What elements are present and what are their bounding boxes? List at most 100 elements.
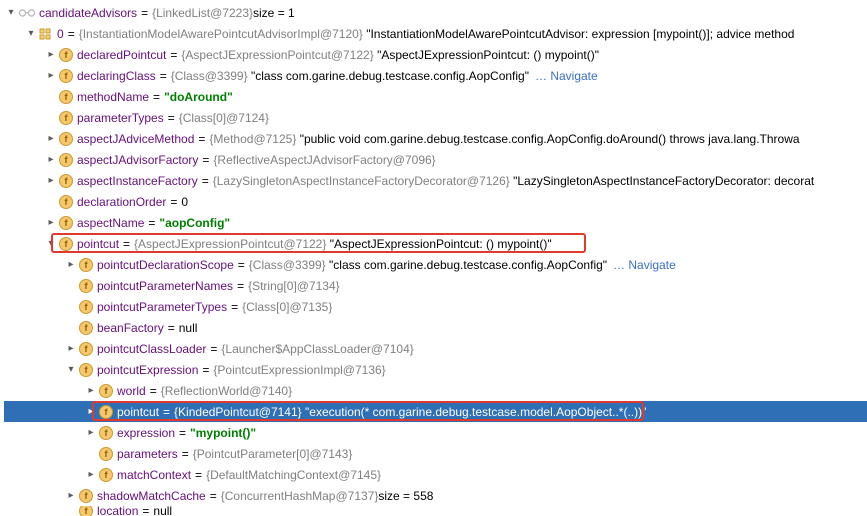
var-name: pointcut: [77, 237, 119, 251]
tree-row[interactable]: location = null: [4, 506, 867, 516]
var-name: methodName: [77, 90, 149, 104]
tree-row[interactable]: methodName = "doAround": [4, 86, 867, 107]
value-text: "mypoint()": [190, 426, 256, 440]
type-label: {String[0]@7134}: [248, 279, 340, 293]
field-icon: [78, 362, 94, 378]
var-name: pointcutClassLoader: [97, 342, 206, 356]
value-text: "InstantiationModelAwarePointcutAdvisor:…: [366, 27, 794, 41]
expand-icon[interactable]: ▸: [64, 259, 78, 270]
expand-icon[interactable]: ▸: [44, 70, 58, 81]
var-name: pointcutParameterNames: [97, 279, 233, 293]
collapse-icon[interactable]: ▾: [64, 364, 78, 375]
tree-row[interactable]: ▸ expression = "mypoint()": [4, 422, 867, 443]
value-text: "aopConfig": [159, 216, 230, 230]
value-text: null: [153, 506, 172, 516]
type-label: {Class[0]@7124}: [179, 111, 269, 125]
var-name: parameters: [117, 447, 178, 461]
field-icon: [78, 257, 94, 273]
type-label: {PointcutExpressionImpl@7136}: [213, 363, 385, 377]
value-text: "class com.garine.debug.testcase.config.…: [251, 69, 529, 83]
type-label: {LazySingletonAspectInstanceFactoryDecor…: [213, 174, 510, 188]
tree-row[interactable]: ▸ aspectInstanceFactory = {LazySingleton…: [4, 170, 867, 191]
tree-row-pointcut[interactable]: ▾ pointcut = {AspectJExpressionPointcut@…: [4, 233, 867, 254]
tree-row[interactable]: ▸ shadowMatchCache = {ConcurrentHashMap@…: [4, 485, 867, 506]
tree-row[interactable]: ▾ pointcutExpression = {PointcutExpressi…: [4, 359, 867, 380]
var-name: 0: [57, 27, 64, 41]
tree-row-root[interactable]: ▾ candidateAdvisors = {LinkedList@7223} …: [4, 2, 867, 23]
type-label: {Launcher$AppClassLoader@7104}: [221, 342, 413, 356]
field-icon: [58, 215, 74, 231]
value-text: 0: [181, 195, 188, 209]
tree-row[interactable]: ▸ aspectJAdviceMethod = {Method@7125} "p…: [4, 128, 867, 149]
expand-icon[interactable]: ▸: [44, 133, 58, 144]
type-label: {DefaultMatchingContext@7145}: [206, 468, 381, 482]
navigate-link[interactable]: … Navigate: [535, 69, 598, 83]
expand-icon[interactable]: ▸: [64, 343, 78, 354]
expand-icon[interactable]: ▸: [84, 469, 98, 480]
field-icon: [78, 488, 94, 504]
value-text: "execution(* com.garine.debug.testcase.m…: [305, 405, 646, 419]
var-name: declaredPointcut: [77, 48, 166, 62]
expand-icon[interactable]: ▸: [44, 49, 58, 60]
var-name: declarationOrder: [77, 195, 166, 209]
field-icon: [58, 47, 74, 63]
var-name: world: [117, 384, 146, 398]
expand-icon[interactable]: ▸: [84, 385, 98, 396]
type-label: {LinkedList@7223}: [152, 6, 253, 20]
glasses-icon: [18, 8, 36, 18]
tree-row[interactable]: parameterTypes = {Class[0]@7124}: [4, 107, 867, 128]
tree-row[interactable]: pointcutParameterTypes = {Class[0]@7135}: [4, 296, 867, 317]
expand-icon[interactable]: ▸: [84, 406, 98, 417]
tree-row[interactable]: ▸ pointcutClassLoader = {Launcher$AppCla…: [4, 338, 867, 359]
collapse-icon[interactable]: ▾: [24, 28, 38, 39]
tree-row[interactable]: parameters = {PointcutParameter[0]@7143}: [4, 443, 867, 464]
expand-icon[interactable]: ▸: [44, 217, 58, 228]
expand-icon[interactable]: ▸: [44, 154, 58, 165]
expand-icon[interactable]: ▸: [84, 427, 98, 438]
tree-row[interactable]: ▸ declaringClass = {Class@3399} "class c…: [4, 65, 867, 86]
type-label: {ConcurrentHashMap@7137}: [221, 489, 379, 503]
tail-text: size = 558: [378, 489, 433, 503]
type-label: {Class@3399}: [249, 258, 326, 272]
tree-row[interactable]: declarationOrder = 0: [4, 191, 867, 212]
var-name: matchContext: [117, 468, 191, 482]
tree-row[interactable]: ▸ world = {ReflectionWorld@7140}: [4, 380, 867, 401]
tree-row[interactable]: ▸ matchContext = {DefaultMatchingContext…: [4, 464, 867, 485]
var-name: pointcutDeclarationScope: [97, 258, 234, 272]
expand-icon[interactable]: ▸: [64, 490, 78, 501]
var-name: candidateAdvisors: [39, 6, 137, 20]
value-text: "AspectJExpressionPointcut: () mypoint()…: [330, 237, 552, 251]
value-text: "public void com.garine.debug.testcase.c…: [300, 132, 800, 146]
field-icon: [58, 131, 74, 147]
value-text: "class com.garine.debug.testcase.config.…: [329, 258, 607, 272]
collapse-icon[interactable]: ▾: [4, 7, 18, 18]
tree-row[interactable]: ▾ 0 = {InstantiationModelAwarePointcutAd…: [4, 23, 867, 44]
tree-row[interactable]: ▸ declaredPointcut = {AspectJExpressionP…: [4, 44, 867, 65]
tree-row[interactable]: ▸ aspectJAdvisorFactory = {ReflectiveAsp…: [4, 149, 867, 170]
var-name: aspectName: [77, 216, 144, 230]
var-name: beanFactory: [97, 321, 164, 335]
var-name: parameterTypes: [77, 111, 164, 125]
type-label: {InstantiationModelAwarePointcutAdvisorI…: [79, 27, 363, 41]
var-name: pointcutParameterTypes: [97, 300, 227, 314]
tree-row[interactable]: beanFactory = null: [4, 317, 867, 338]
var-name: shadowMatchCache: [97, 489, 206, 503]
type-label: {PointcutParameter[0]@7143}: [193, 447, 353, 461]
tree-row[interactable]: pointcutParameterNames = {String[0]@7134…: [4, 275, 867, 296]
expand-icon[interactable]: ▸: [44, 175, 58, 186]
collapse-icon[interactable]: ▾: [44, 238, 58, 249]
navigate-link[interactable]: … Navigate: [613, 258, 676, 272]
value-text: "doAround": [164, 90, 233, 104]
tree-row[interactable]: ▸ aspectName = "aopConfig": [4, 212, 867, 233]
var-name: declaringClass: [77, 69, 156, 83]
field-icon: [58, 236, 74, 252]
tree-row-selected[interactable]: ▸ pointcut = {KindedPointcut@7141} "exec…: [4, 401, 867, 422]
var-name: pointcut: [117, 405, 159, 419]
type-label: {Method@7125}: [209, 132, 296, 146]
object-icon: [38, 26, 54, 42]
tree-row[interactable]: ▸ pointcutDeclarationScope = {Class@3399…: [4, 254, 867, 275]
type-label: {Class@3399}: [171, 69, 248, 83]
field-icon: [98, 404, 114, 420]
field-icon: [98, 446, 114, 462]
value-text: "LazySingletonAspectInstanceFactoryDecor…: [513, 174, 814, 188]
